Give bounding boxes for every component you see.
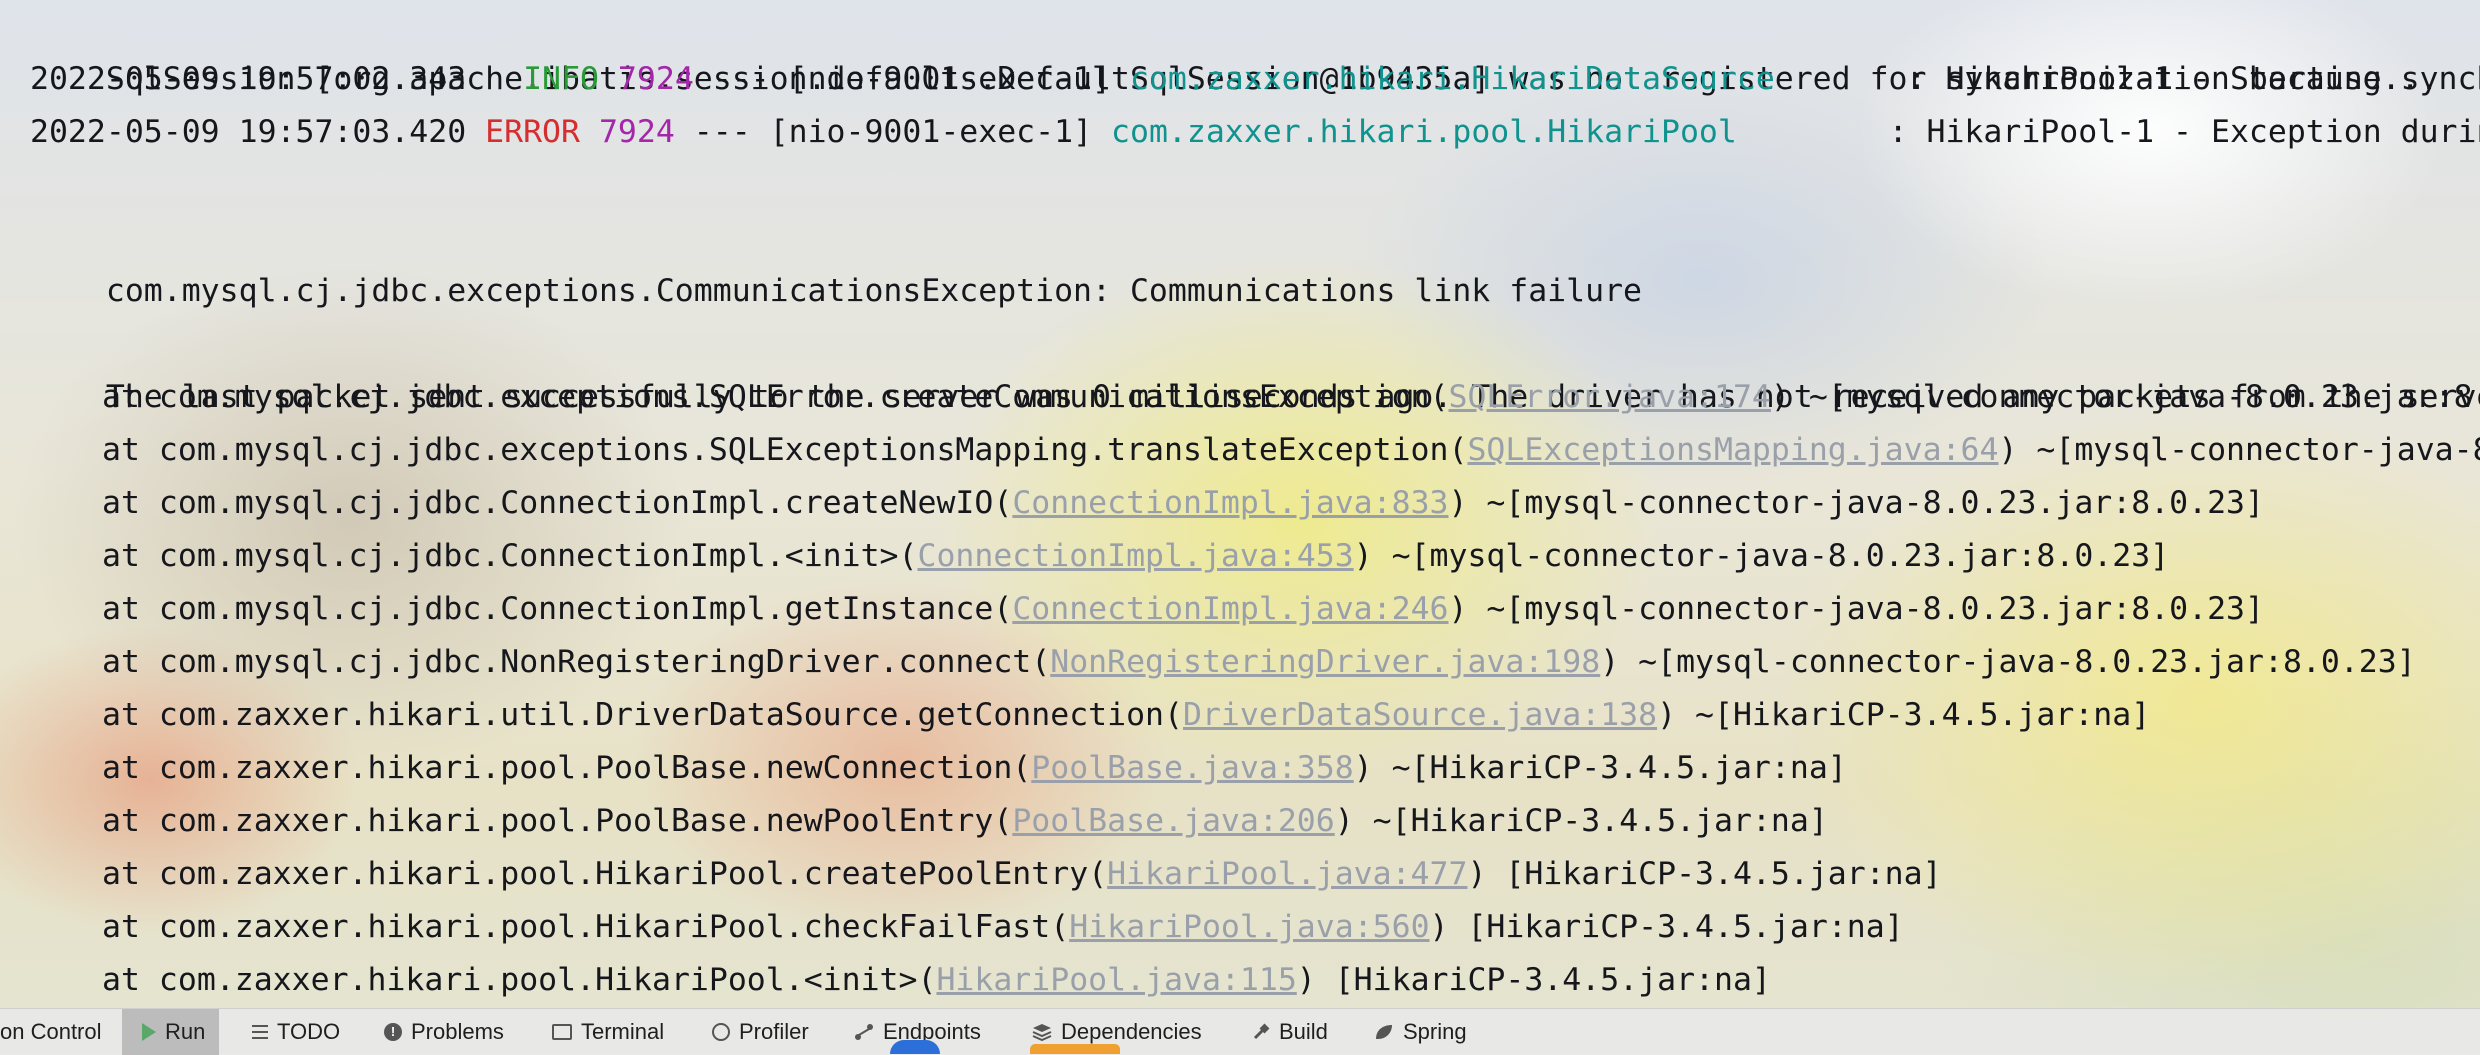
source-link[interactable]: SQLExceptionsMapping.java:64 [1467, 432, 1998, 468]
log-thread: [nio-9001-exec-1] [769, 114, 1093, 150]
terminal-icon [552, 1024, 572, 1040]
log-level: INFO [523, 61, 599, 97]
tool-problems[interactable]: ! Problems [384, 1009, 504, 1055]
source-link[interactable]: SQLError.java:174 [1449, 379, 1771, 415]
stack-trace-line: at com.zaxxer.hikari.pool.PoolBase.newPo… [102, 803, 1828, 839]
stack-trace-line: at com.zaxxer.hikari.pool.HikariPool.che… [102, 909, 1904, 945]
source-link[interactable]: PoolBase.java:358 [1031, 750, 1353, 786]
dock-indicator [1030, 1044, 1120, 1054]
log-pid: 7924 [617, 61, 694, 97]
tool-spring[interactable]: Spring [1374, 1009, 1467, 1055]
source-link[interactable]: NonRegisteringDriver.java:198 [1050, 644, 1600, 680]
source-link[interactable]: HikariPool.java:115 [936, 962, 1296, 998]
list-icon [252, 1025, 268, 1039]
dock-indicator [890, 1040, 940, 1054]
tool-window-bar: on Control Run TODO ! Problems Terminal … [0, 1008, 2480, 1055]
stack-trace-line: at com.zaxxer.hikari.util.DriverDataSour… [102, 697, 2151, 733]
source-link[interactable]: ConnectionImpl.java:453 [917, 538, 1353, 574]
tool-profiler[interactable]: Profiler [712, 1009, 809, 1055]
source-link[interactable]: HikariPool.java:477 [1107, 856, 1467, 892]
source-link[interactable]: ConnectionImpl.java:246 [1012, 591, 1448, 627]
dependencies-icon [1032, 1024, 1052, 1041]
exception-text: com.mysql.cj.jdbc.exceptions.Communicati… [105, 273, 1642, 309]
console-line: The last packet sent successfully to the… [30, 318, 2480, 415]
tool-build[interactable]: Build [1252, 1009, 1328, 1055]
stack-trace-line: at com.mysql.cj.jdbc.ConnectionImpl.<ini… [102, 538, 2170, 574]
endpoints-icon [855, 1024, 873, 1040]
stack-trace-line: at com.mysql.cj.jdbc.exceptions.SQLExcep… [102, 432, 2480, 468]
stack-trace-line: at com.zaxxer.hikari.pool.PoolBase.newCo… [102, 750, 1847, 786]
log-logger: com.zaxxer.hikari.pool.HikariPool [1111, 114, 1737, 150]
stack-trace-line: at com.mysql.cj.jdbc.ConnectionImpl.getI… [102, 591, 2264, 627]
source-link[interactable]: PoolBase.java:206 [1012, 803, 1334, 839]
source-link[interactable]: ConnectionImpl.java:833 [1012, 485, 1448, 521]
log-timestamp: 2022-05-09 19:57:03.420 [30, 114, 467, 150]
source-link[interactable]: HikariPool.java:560 [1069, 909, 1429, 945]
build-icon [1253, 1023, 1270, 1040]
stack-trace-line: at com.mysql.cj.jdbc.ConnectionImpl.crea… [102, 485, 2264, 521]
tool-terminal[interactable]: Terminal [552, 1009, 664, 1055]
log-line: 2022-05-09 19:57:02.343 INFO 7924 --- [n… [30, 61, 2439, 97]
log-thread: [nio-9001-exec-1] [788, 61, 1112, 97]
stack-trace-line: at com.mysql.cj.jdbc.exceptions.SQLError… [102, 379, 2480, 415]
log-level: ERROR [485, 114, 580, 150]
source-link[interactable]: DriverDataSource.java:138 [1183, 697, 1657, 733]
log-line: 2022-05-09 19:57:03.420 ERROR 7924 --- [… [30, 106, 2480, 159]
tool-run[interactable]: Run [122, 1009, 220, 1055]
log-message: : HikariPool-1 - Starting... [1907, 61, 2439, 97]
log-logger: com.zaxxer.hikari.HikariDataSource [1129, 61, 1775, 97]
run-icon [142, 1023, 156, 1041]
profiler-icon [712, 1023, 730, 1041]
stack-trace-line: at com.mysql.cj.jdbc.NonRegisteringDrive… [102, 644, 2416, 680]
run-console-output[interactable]: SqlSession [org.apache.ibatis.session.de… [0, 0, 2480, 1008]
exception-line: com.mysql.cj.jdbc.exceptions.Communicati… [30, 212, 1642, 309]
problems-icon: ! [384, 1023, 402, 1041]
tool-todo[interactable]: TODO [252, 1009, 340, 1055]
tool-version-control[interactable]: on Control [0, 1009, 102, 1055]
stack-trace-line: at com.zaxxer.hikari.pool.HikariPool.<in… [102, 962, 1771, 998]
log-message: : HikariPool-1 - Exception durin [1888, 114, 2480, 150]
spring-icon [1376, 1025, 1392, 1039]
stack-trace-line: at com.zaxxer.hikari.pool.HikariPool.cre… [102, 856, 1942, 892]
console-line: SqlSession [org.apache.ibatis.session.de… [30, 0, 2480, 97]
log-timestamp: 2022-05-09 19:57:02.343 [30, 61, 467, 97]
log-pid: 7924 [598, 114, 675, 150]
